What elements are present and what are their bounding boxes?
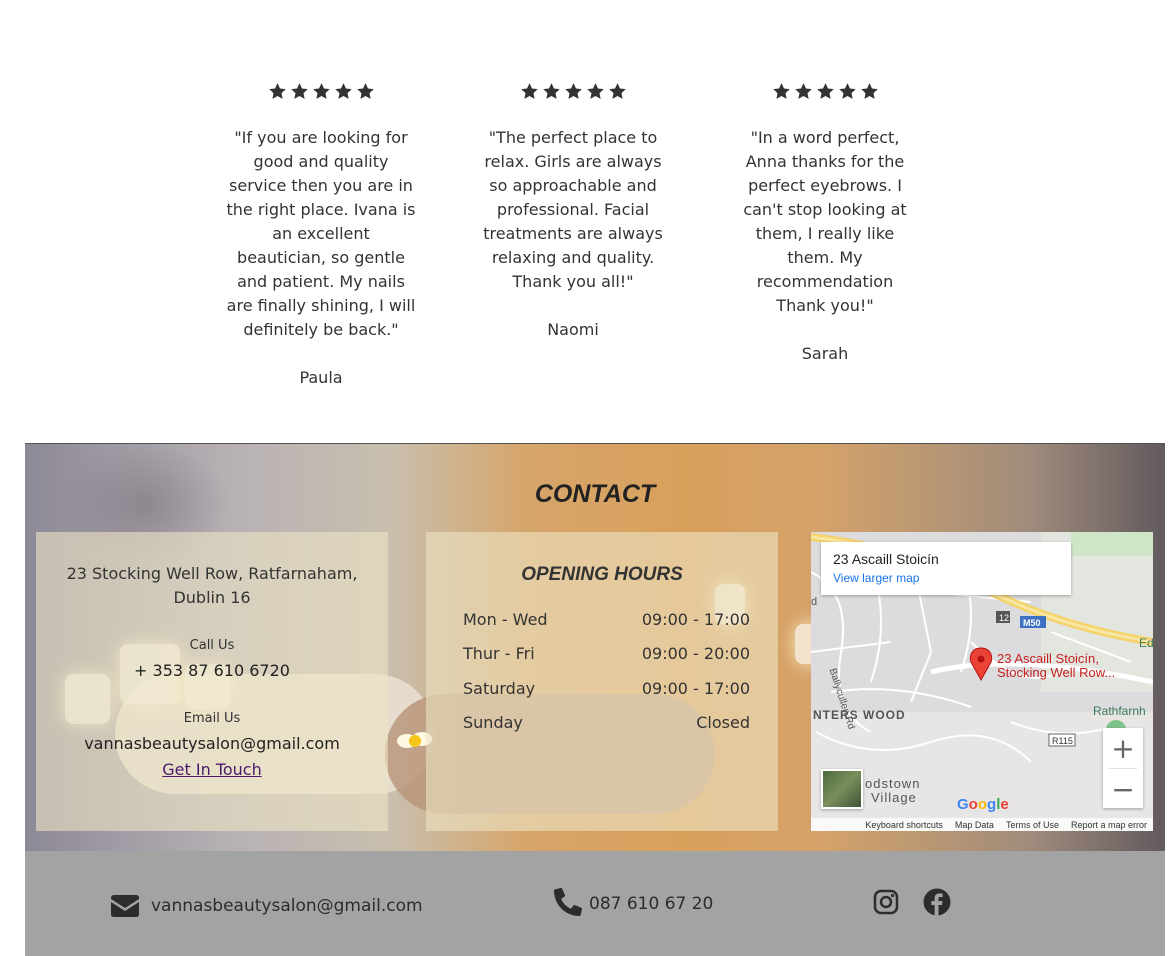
star-icon <box>816 83 834 99</box>
report-map-error-link[interactable]: Report a map error <box>1071 820 1147 830</box>
map-place-name: 23 Ascaill Stoicín <box>833 551 939 567</box>
phone-number[interactable]: + 353 87 610 6720 <box>36 659 388 683</box>
star-icon <box>772 83 790 99</box>
review-author: Naomi <box>547 320 599 339</box>
footer-phone[interactable]: 087 610 67 20 <box>554 888 713 916</box>
address-panel: 23 Stocking Well Row, Ratfarnaham, Dubli… <box>36 532 388 831</box>
area-label: Village <box>871 790 917 805</box>
star-icon <box>268 83 286 99</box>
phone-icon <box>554 888 582 916</box>
star-icon <box>290 83 308 99</box>
hours-day: Thur - Fri <box>463 644 535 664</box>
instagram-icon[interactable] <box>873 889 899 915</box>
facebook-icon[interactable] <box>923 888 951 916</box>
map-edge-label: Ed <box>1139 636 1153 650</box>
hours-row: Thur - Fri 09:00 - 20:00 <box>463 637 750 672</box>
google-map[interactable]: 12 M50 R115 Ballycullen Rd d Ed NTERS WO… <box>811 532 1153 831</box>
get-in-touch-link[interactable]: Get In Touch <box>162 760 261 779</box>
contact-title: CONTACT <box>534 480 656 508</box>
star-icon <box>564 83 582 99</box>
star-icon <box>312 83 330 99</box>
hours-time: 09:00 - 17:00 <box>641 609 750 629</box>
star-icon <box>860 83 878 99</box>
email-address[interactable]: vannasbeautysalon@gmail.com <box>36 732 388 756</box>
opening-hours-panel: OPENING HOURS Mon - Wed 09:00 - 17:00 Th… <box>426 532 778 831</box>
star-rating <box>478 82 668 102</box>
call-label: Call Us <box>189 638 235 653</box>
review-card: "In a word perfect, Anna thanks for the … <box>730 82 920 366</box>
star-icon <box>794 83 812 99</box>
keyboard-shortcuts-link[interactable]: Keyboard shortcuts <box>865 820 943 830</box>
star-rating <box>730 82 920 102</box>
review-author: Paula <box>299 368 343 387</box>
hours-row: Sunday Closed <box>463 706 750 741</box>
star-icon <box>838 83 856 99</box>
star-rating <box>226 82 416 102</box>
google-logo: Google <box>957 796 1009 813</box>
review-card: "The perfect place to relax. Girls are a… <box>478 82 668 342</box>
contact-section: CONTACT 23 Stocking Well Row, Ratfarnaha… <box>25 443 1165 851</box>
map-pin-label: 23 Ascaill Stoicín, Stocking Well Row... <box>997 652 1115 680</box>
area-label: odstown <box>865 776 921 791</box>
star-icon <box>586 83 604 99</box>
site-footer: vannasbeautysalon@gmail.com 087 610 67 2… <box>25 851 1165 956</box>
map-data-link[interactable]: Map Data <box>955 820 994 830</box>
footer-email-text: vannasbeautysalon@gmail.com <box>151 896 423 916</box>
road-label: R115 <box>1052 736 1073 746</box>
review-text: "The perfect place to relax. Girls are a… <box>483 128 663 291</box>
hours-time: 09:00 - 20:00 <box>641 644 750 664</box>
pin-label-line: 23 Ascaill Stoicín, <box>997 651 1099 666</box>
address-text: 23 Stocking Well Row, Ratfarnaham, Dubli… <box>66 564 358 607</box>
zoom-in-button[interactable]: + <box>1103 728 1143 768</box>
view-larger-map-link[interactable]: View larger map <box>833 571 1059 585</box>
review-text: "In a word perfect, Anna thanks for the … <box>743 128 907 315</box>
road-label: 12 <box>999 613 1010 623</box>
zoom-out-button[interactable]: − <box>1103 769 1143 809</box>
terms-of-use-link[interactable]: Terms of Use <box>1006 820 1059 830</box>
opening-hours-title: OPENING HOURS <box>521 564 683 585</box>
star-icon <box>608 83 626 99</box>
star-icon <box>356 83 374 99</box>
star-icon <box>520 83 538 99</box>
hours-day: Sunday <box>463 713 523 733</box>
hours-day: Mon - Wed <box>463 609 548 629</box>
area-label: NTERS WOOD <box>813 708 906 722</box>
star-icon <box>542 83 560 99</box>
map-zoom-controls: + − <box>1103 728 1143 808</box>
hours-time: 09:00 - 17:00 <box>641 678 750 698</box>
map-edge-label: d <box>811 596 818 608</box>
hours-day: Saturday <box>463 678 536 698</box>
map-footer: Keyboard shortcuts Map Data Terms of Use… <box>811 818 1153 831</box>
area-label: Rathfarnh <box>1093 704 1146 718</box>
review-text: "If you are looking for good and quality… <box>226 128 416 339</box>
review-author: Sarah <box>801 344 849 363</box>
review-card: "If you are looking for good and quality… <box>226 82 416 390</box>
map-satellite-toggle[interactable] <box>821 769 863 809</box>
hours-time: Closed <box>696 713 750 733</box>
star-icon <box>334 83 352 99</box>
hours-row: Mon - Wed 09:00 - 17:00 <box>463 602 750 637</box>
footer-social <box>873 888 951 916</box>
hours-row: Saturday 09:00 - 17:00 <box>463 671 750 706</box>
pin-label-line: Stocking Well Row... <box>997 665 1116 680</box>
footer-phone-text: 087 610 67 20 <box>589 894 714 914</box>
map-info-card: 23 Ascaill Stoicín View larger map <box>821 542 1071 595</box>
envelope-icon <box>111 895 139 917</box>
road-label: M50 <box>1023 618 1041 628</box>
footer-email[interactable]: vannasbeautysalon@gmail.com <box>111 895 423 917</box>
email-label: Email Us <box>183 711 241 726</box>
hours-list: Mon - Wed 09:00 - 17:00 Thur - Fri 09:00… <box>426 602 778 740</box>
